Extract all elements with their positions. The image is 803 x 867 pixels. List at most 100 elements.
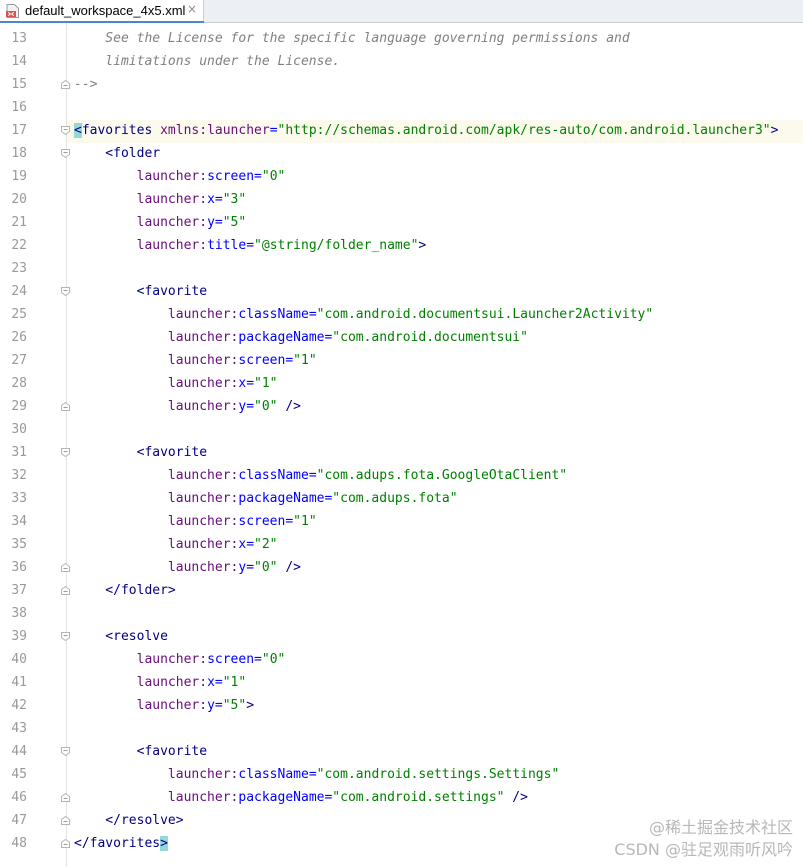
code-token: =: [254, 169, 262, 184]
fold-start-icon[interactable]: [61, 126, 70, 135]
code-line[interactable]: 18 <folder: [0, 142, 803, 165]
code-text: launcher:x="1": [74, 671, 247, 694]
code-line[interactable]: 36 launcher:y="0" />: [0, 556, 803, 579]
fold-end-icon[interactable]: [61, 793, 70, 802]
code-token: "1": [254, 376, 278, 391]
code-line[interactable]: 41 launcher:x="1": [0, 671, 803, 694]
fold-start-icon[interactable]: [61, 632, 70, 641]
fold-start-icon[interactable]: [61, 448, 70, 457]
code-token: "com.adups.fota": [332, 491, 458, 506]
line-number: 25: [11, 307, 27, 322]
line-number: 26: [11, 330, 27, 345]
code-line[interactable]: 13 See the License for the specific lang…: [0, 27, 803, 50]
code-line[interactable]: 39 <resolve: [0, 625, 803, 648]
code-text: launcher:packageName="com.android.settin…: [74, 786, 528, 809]
code-line[interactable]: 14 limitations under the License.: [0, 50, 803, 73]
code-area[interactable]: 13 See the License for the specific lang…: [0, 27, 803, 855]
code-token: "com.android.documentsui": [332, 330, 528, 345]
fold-start-icon[interactable]: [61, 149, 70, 158]
code-token: launcher:: [167, 307, 239, 322]
code-line[interactable]: 31 <favorite: [0, 441, 803, 464]
code-line[interactable]: 40 launcher:screen="0": [0, 648, 803, 671]
code-text: limitations under the License.: [74, 50, 340, 73]
fold-start-icon[interactable]: [61, 747, 70, 756]
close-icon[interactable]: ×: [185, 2, 199, 16]
code-text: <favorite: [74, 740, 207, 763]
code-token: </resolve>: [74, 813, 184, 828]
line-number: 37: [11, 583, 27, 598]
code-token: launcher:: [167, 514, 239, 529]
code-line[interactable]: 24 <favorite: [0, 280, 803, 303]
code-token: launcher:: [167, 767, 239, 782]
code-line[interactable]: 30: [0, 418, 803, 441]
code-line[interactable]: 28 launcher:x="1": [0, 372, 803, 395]
tab-default-workspace[interactable]: default_workspace_4x5.xml ×: [0, 0, 204, 23]
code-token: <favorite: [74, 744, 208, 759]
code-line[interactable]: 27 launcher:screen="1": [0, 349, 803, 372]
code-token: "2": [254, 537, 278, 552]
code-line[interactable]: 34 launcher:screen="1": [0, 510, 803, 533]
fold-end-icon[interactable]: [61, 80, 70, 89]
line-number: 38: [11, 606, 27, 621]
code-line[interactable]: 33 launcher:packageName="com.adups.fota": [0, 487, 803, 510]
code-token: launcher:: [136, 652, 208, 667]
code-token: "5": [222, 698, 247, 713]
code-line[interactable]: 46 launcher:packageName="com.android.set…: [0, 786, 803, 809]
code-token: =: [214, 698, 223, 713]
code-token: >: [418, 238, 427, 253]
code-token: "@string/folder_name": [254, 238, 419, 253]
fold-start-icon[interactable]: [61, 287, 70, 296]
code-text: launcher:y="5">: [74, 694, 254, 717]
fold-end-icon[interactable]: [61, 563, 70, 572]
code-line[interactable]: 20 launcher:x="3": [0, 188, 803, 211]
xml-file-icon: [6, 4, 19, 18]
line-number: 29: [11, 399, 27, 414]
fold-end-icon[interactable]: [61, 586, 70, 595]
code-token: launcher:: [167, 491, 239, 506]
code-token: packageName: [238, 330, 325, 345]
code-line[interactable]: 19 launcher:screen="0": [0, 165, 803, 188]
code-token: <favorite: [74, 284, 208, 299]
code-token: launcher:: [136, 675, 208, 690]
line-number: 13: [11, 31, 27, 46]
line-number: 40: [11, 652, 27, 667]
line-number: 14: [11, 54, 27, 69]
code-line[interactable]: 44 <favorite: [0, 740, 803, 763]
code-line[interactable]: 38: [0, 602, 803, 625]
code-token: =: [269, 123, 278, 138]
code-line[interactable]: 32 launcher:className="com.adups.fota.Go…: [0, 464, 803, 487]
code-line[interactable]: 21 launcher:y="5": [0, 211, 803, 234]
code-token: />: [504, 790, 528, 805]
line-number: 36: [11, 560, 27, 575]
code-token: />: [277, 399, 301, 414]
code-text: launcher:screen="1": [74, 349, 317, 372]
code-line[interactable]: 42 launcher:y="5">: [0, 694, 803, 717]
code-line[interactable]: 26 launcher:packageName="com.android.doc…: [0, 326, 803, 349]
line-number: 18: [11, 146, 27, 161]
code-line[interactable]: 37 </folder>: [0, 579, 803, 602]
fold-end-icon[interactable]: [61, 816, 70, 825]
code-line[interactable]: 35 launcher:x="2": [0, 533, 803, 556]
code-line[interactable]: 15 -->: [0, 73, 803, 96]
code-line[interactable]: 43: [0, 717, 803, 740]
code-line[interactable]: 25 launcher:className="com.android.docum…: [0, 303, 803, 326]
code-line[interactable]: 16: [0, 96, 803, 119]
code-token: =: [214, 215, 223, 230]
code-text: launcher:packageName="com.android.docume…: [74, 326, 528, 349]
code-text: launcher:x="3": [74, 188, 247, 211]
code-text: launcher:className="com.android.document…: [74, 303, 653, 326]
code-line[interactable]: 22 launcher:title="@string/folder_name">: [0, 234, 803, 257]
fold-end-icon[interactable]: [61, 839, 70, 848]
fold-end-icon[interactable]: [61, 402, 70, 411]
code-line[interactable]: 17 <favorites xmlns:launcher="http://sche…: [0, 119, 803, 142]
watermark: @稀土掘金技术社区 CSDN @驻足观雨听风吟: [614, 817, 793, 861]
code-line[interactable]: 29 launcher:y="0" />: [0, 395, 803, 418]
code-token: >: [246, 698, 255, 713]
code-line[interactable]: 23: [0, 257, 803, 280]
code-line[interactable]: 45 launcher:className="com.android.setti…: [0, 763, 803, 786]
